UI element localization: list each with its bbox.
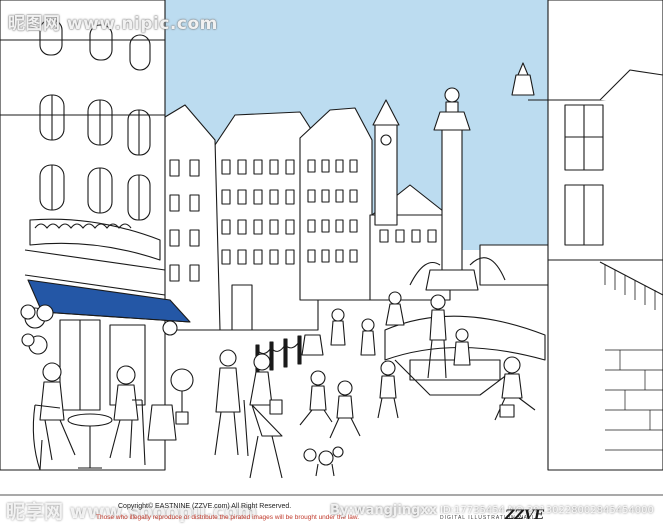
street-scene-illustration (0, 0, 663, 496)
watermark-top: 昵图网 www.nipic.com (8, 14, 218, 34)
watermark-author: By:wangjingxx (330, 503, 438, 518)
brand-logo-text: ZZVE (505, 508, 544, 523)
illustration-canvas: 昵图网 www.nipic.com 昵享网 www.sooopu.com Cop… (0, 0, 663, 529)
piracy-notice: Those who illegally reproduce or distrib… (96, 514, 360, 521)
potted-tree (170, 368, 194, 425)
right-building (547, 0, 663, 471)
copyright-notice: Copyright© EASTNINE (ZZVE.com) All Right… (118, 503, 292, 510)
